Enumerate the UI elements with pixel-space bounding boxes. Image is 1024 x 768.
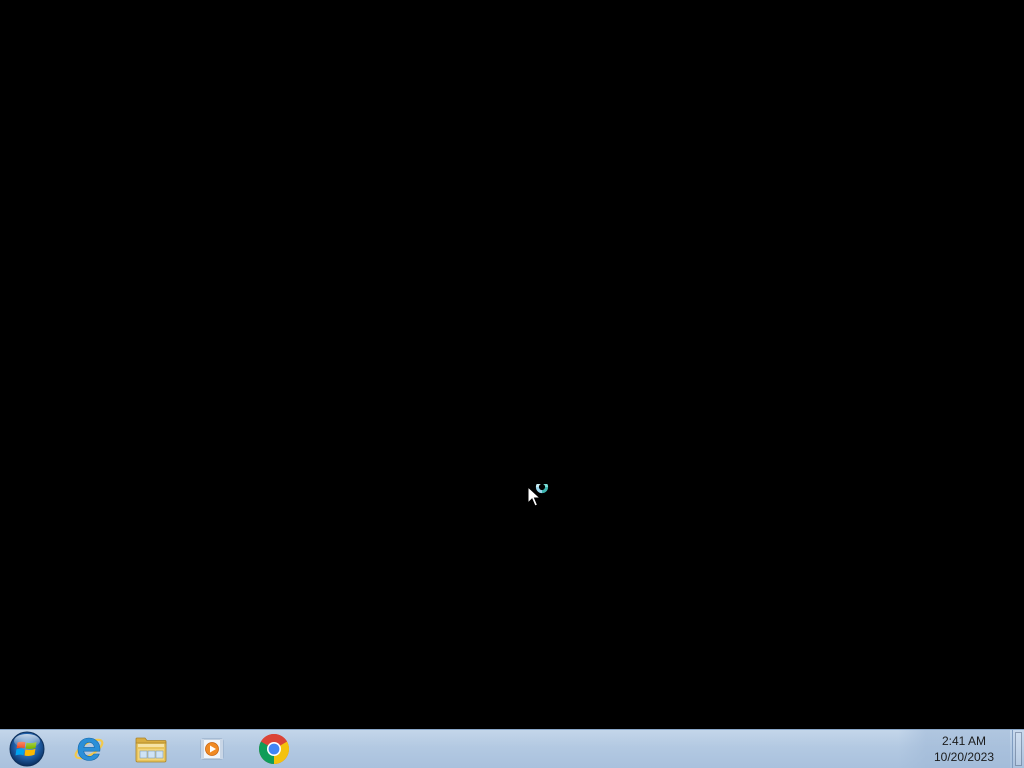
- chrome-icon: [258, 733, 290, 764]
- clock[interactable]: 2:41 AM 10/20/2023: [924, 733, 1004, 765]
- taskbar: 2:41 AM 10/20/2023: [0, 729, 1024, 768]
- taskbar-windows-explorer[interactable]: [124, 731, 178, 767]
- desktop[interactable]: [0, 0, 1024, 729]
- clock-date: 10/20/2023: [933, 750, 995, 764]
- media-player-icon: [200, 738, 224, 760]
- taskbar-media-player[interactable]: [185, 731, 239, 767]
- busy-cursor-icon: [527, 480, 553, 508]
- taskbar-google-chrome[interactable]: [247, 731, 301, 767]
- taskbar-internet-explorer[interactable]: [62, 731, 116, 767]
- start-button[interactable]: [4, 730, 50, 768]
- show-desktop-glass: [1015, 732, 1022, 766]
- clock-time: 2:41 AM: [941, 734, 987, 748]
- internet-explorer-icon: [74, 737, 104, 761]
- show-desktop-button[interactable]: [1012, 730, 1024, 768]
- windows-logo-icon: [9, 731, 45, 767]
- folder-explorer-icon: [135, 737, 167, 763]
